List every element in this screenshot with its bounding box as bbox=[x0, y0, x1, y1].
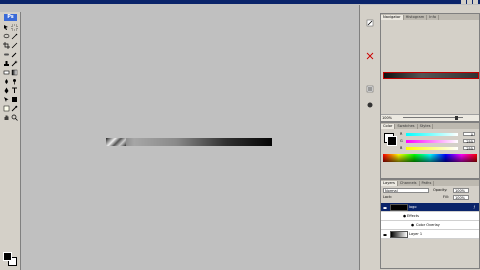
layer-row-logo[interactable]: logo ƒ bbox=[381, 203, 479, 212]
visibility-eye-icon[interactable] bbox=[383, 205, 387, 209]
blend-mode-select[interactable]: Normal bbox=[383, 188, 429, 193]
blue-channel-label: B bbox=[400, 146, 403, 150]
palette-dock: Navigator Histogram Info 100% Color Swat… bbox=[380, 5, 480, 270]
tab-info[interactable]: Info bbox=[427, 15, 440, 20]
history-brush-tool-icon[interactable] bbox=[11, 60, 18, 67]
zoom-value[interactable]: 100% bbox=[382, 115, 392, 121]
opacity-label: Opacity: bbox=[433, 188, 448, 192]
tab-swatches[interactable]: Swatches bbox=[395, 124, 418, 129]
eyedropper-tool-icon[interactable] bbox=[11, 105, 18, 112]
dodge-tool-icon[interactable] bbox=[11, 78, 18, 85]
tab-navigator[interactable]: Navigator bbox=[381, 15, 404, 20]
layers-panel: Layers Channels Paths Normal Opacity: 10… bbox=[380, 179, 480, 269]
eraser-tool-icon[interactable] bbox=[3, 69, 10, 76]
layer-name[interactable]: Layer 1 bbox=[409, 230, 422, 238]
window-controls bbox=[461, 0, 478, 4]
layers-tabs: Layers Channels Paths bbox=[381, 180, 479, 186]
pen-tool-icon[interactable] bbox=[3, 87, 10, 94]
magic-wand-tool-icon[interactable] bbox=[11, 33, 18, 40]
title-bar bbox=[0, 0, 480, 4]
gradient-tool-icon[interactable] bbox=[11, 69, 18, 76]
tab-styles[interactable]: Styles bbox=[417, 124, 434, 129]
blue-channel-value[interactable]: 255 bbox=[463, 146, 475, 151]
fill-label: Fill: bbox=[443, 195, 449, 199]
green-channel-label: G bbox=[400, 139, 403, 143]
zoom-slider[interactable] bbox=[403, 115, 463, 120]
tool-presets-palette-icon[interactable] bbox=[366, 52, 374, 60]
type-tool-icon[interactable] bbox=[11, 87, 18, 94]
logo-gradient-bar bbox=[106, 138, 272, 146]
maximize-button[interactable] bbox=[467, 0, 472, 4]
effect-eye-icon[interactable]: ● bbox=[411, 221, 414, 229]
photoshop-logo[interactable]: Ps bbox=[4, 14, 17, 21]
layer-effect-color-overlay-row[interactable]: ● Color Overlay bbox=[381, 221, 479, 230]
healing-brush-tool-icon[interactable] bbox=[3, 51, 10, 58]
layer-row-layer-1[interactable]: Layer 1 bbox=[381, 230, 479, 239]
color-fg-swatch[interactable] bbox=[387, 136, 397, 146]
effect-name: Color Overlay bbox=[416, 223, 440, 227]
zoom-slider-knob[interactable] bbox=[455, 115, 458, 120]
lock-label: Lock: bbox=[383, 195, 393, 199]
tab-channels[interactable]: Channels bbox=[397, 181, 420, 186]
color-spectrum-ramp[interactable] bbox=[383, 154, 477, 162]
clone-stamp-tool-icon[interactable] bbox=[3, 60, 10, 67]
red-channel-slider[interactable] bbox=[406, 133, 458, 136]
navigator-panel: Navigator Histogram Info 100% bbox=[380, 13, 480, 122]
navigator-preview[interactable] bbox=[383, 72, 479, 79]
logo-gradient-cap bbox=[106, 138, 126, 146]
layer-effects-row[interactable]: ● Effects bbox=[381, 212, 479, 221]
tab-paths[interactable]: Paths bbox=[419, 181, 435, 186]
notes-tool-icon[interactable] bbox=[3, 105, 10, 112]
effects-icon: ● bbox=[403, 214, 407, 218]
layer-thumbnail bbox=[390, 231, 408, 238]
toolbox: Ps bbox=[0, 12, 21, 270]
tab-histogram[interactable]: Histogram bbox=[403, 15, 428, 20]
brushes-palette-icon[interactable] bbox=[366, 19, 374, 27]
blue-channel-slider[interactable] bbox=[406, 147, 458, 150]
move-tool-icon[interactable] bbox=[3, 24, 10, 31]
effects-label: Effects bbox=[407, 214, 419, 218]
navigator-tabs: Navigator Histogram Info bbox=[381, 14, 479, 20]
crop-tool-icon[interactable] bbox=[3, 42, 10, 49]
fill-field[interactable]: 100% bbox=[453, 195, 469, 200]
tab-layers[interactable]: Layers bbox=[381, 181, 398, 186]
color-panel: Color Swatches Styles R 0 G 255 B 255 bbox=[380, 122, 480, 179]
opacity-field[interactable]: 100% bbox=[453, 188, 469, 193]
tab-color[interactable]: Color bbox=[381, 124, 396, 129]
color-tabs: Color Swatches Styles bbox=[381, 123, 479, 129]
red-channel-label: R bbox=[400, 132, 403, 136]
lasso-tool-icon[interactable] bbox=[3, 33, 10, 40]
minimize-button[interactable] bbox=[461, 0, 466, 4]
hand-tool-icon[interactable] bbox=[3, 114, 10, 121]
document-canvas[interactable] bbox=[21, 5, 359, 270]
navigator-footer: 100% bbox=[381, 114, 479, 121]
actions-palette-icon[interactable] bbox=[366, 101, 374, 109]
marquee-tool-icon[interactable] bbox=[11, 24, 18, 31]
zoom-tool-icon[interactable] bbox=[11, 114, 18, 121]
layer-name[interactable]: logo bbox=[409, 203, 416, 211]
close-button[interactable] bbox=[473, 0, 478, 4]
path-selection-tool-icon[interactable] bbox=[3, 96, 10, 103]
green-channel-slider[interactable] bbox=[406, 140, 458, 143]
fx-icon[interactable]: ƒ bbox=[474, 203, 475, 211]
brush-tool-icon[interactable] bbox=[11, 51, 18, 58]
slice-tool-icon[interactable] bbox=[11, 42, 18, 49]
visibility-eye-icon[interactable] bbox=[383, 232, 387, 236]
shape-tool-icon[interactable] bbox=[11, 96, 18, 103]
blur-tool-icon[interactable] bbox=[3, 78, 10, 85]
green-channel-value[interactable]: 255 bbox=[463, 139, 475, 144]
layer-thumbnail bbox=[390, 204, 408, 211]
layer-comps-palette-icon[interactable] bbox=[366, 85, 374, 93]
red-channel-value[interactable]: 0 bbox=[463, 132, 475, 137]
foreground-color-swatch[interactable] bbox=[3, 252, 12, 261]
collapsed-palette-strip bbox=[359, 5, 381, 270]
